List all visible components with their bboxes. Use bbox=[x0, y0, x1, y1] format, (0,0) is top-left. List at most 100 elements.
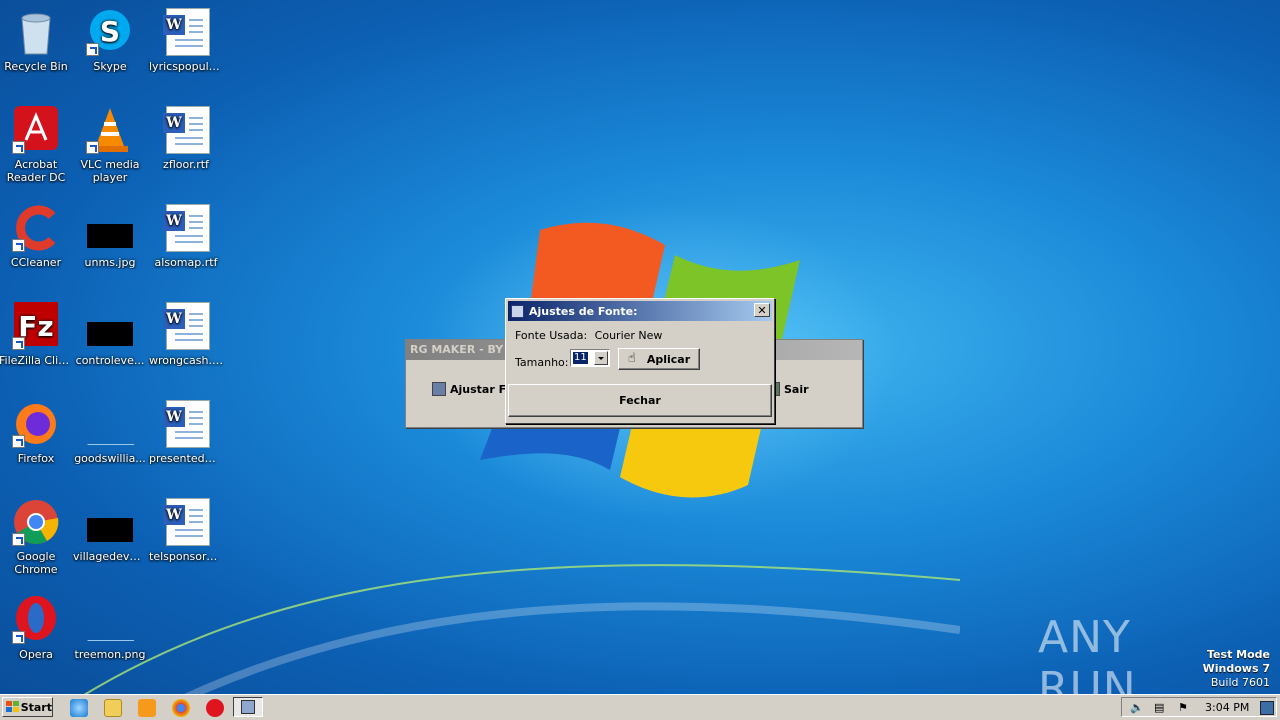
chrome-icon bbox=[12, 498, 60, 546]
desktop-icon-ccleaner[interactable]: CCleaner bbox=[0, 204, 74, 269]
shortcut-arrow-icon bbox=[86, 141, 99, 154]
desktop-icon-zfloor[interactable]: W zfloor.rtf bbox=[148, 106, 224, 171]
opera-icon bbox=[12, 596, 60, 644]
desktop-icon-alsomap[interactable]: W alsomap.rtf bbox=[148, 204, 224, 269]
dialog-title: Ajustes de Fonte: bbox=[529, 304, 638, 318]
desktop-icon-lyricspopula[interactable]: W lyricspopula... bbox=[148, 8, 224, 73]
desktop-icon-label: Google Chrome bbox=[14, 550, 58, 576]
action-center-flag-icon[interactable]: ⚑ bbox=[1178, 701, 1192, 715]
apply-label: Aplicar bbox=[646, 352, 691, 366]
word-document-icon: W bbox=[162, 400, 210, 448]
desktop-icon-controleve[interactable]: controleve... bbox=[72, 302, 148, 367]
clock[interactable]: 3:04 PM bbox=[1205, 701, 1249, 714]
shortcut-arrow-icon bbox=[12, 631, 25, 644]
desktop-icon-chrome[interactable]: Google Chrome bbox=[0, 498, 74, 576]
desktop-icon-goodswillia[interactable]: goodswillia... bbox=[72, 400, 148, 465]
show-desktop-icon[interactable] bbox=[1260, 701, 1274, 715]
word-document-icon: W bbox=[162, 8, 210, 56]
desktop-icon-unms[interactable]: unms.jpg bbox=[72, 204, 148, 269]
rg-maker-taskbar-button[interactable] bbox=[233, 697, 263, 717]
start-label: Start bbox=[20, 700, 52, 714]
desktop-icon-label: treemon.png bbox=[74, 648, 146, 661]
hand-pointer-icon: ☝ bbox=[627, 351, 636, 366]
close-icon: ✕ bbox=[757, 304, 767, 317]
desktop-icon-presentedml[interactable]: W presentedml... bbox=[148, 400, 224, 465]
ajustar-fonte-label: Ajustar Fo bbox=[450, 382, 514, 396]
network-icon[interactable]: ▤ bbox=[1154, 701, 1168, 715]
desktop-icon-vlc[interactable]: VLC media player bbox=[72, 106, 148, 184]
image-thumbnail-icon bbox=[86, 302, 134, 350]
size-label: Tamanho: bbox=[515, 356, 569, 369]
desktop-icon-label: villagedevel... bbox=[73, 550, 148, 563]
shortcut-arrow-icon bbox=[12, 141, 25, 154]
desktop-icon-label: Recycle Bin bbox=[4, 60, 68, 73]
filezilla-icon: Fz bbox=[12, 302, 60, 350]
font-settings-icon bbox=[432, 382, 446, 396]
dialog-title-bar[interactable]: Ajustes de Fonte: bbox=[508, 301, 772, 321]
close-button[interactable]: ✕ bbox=[754, 303, 770, 317]
test-mode-line: Test Mode bbox=[1207, 648, 1270, 661]
desktop-icon-label: zfloor.rtf bbox=[163, 158, 209, 171]
apply-button[interactable]: ☝ Aplicar bbox=[618, 348, 700, 370]
recycle-bin-icon bbox=[12, 8, 60, 56]
desktop-icon-label: CCleaner bbox=[10, 256, 62, 269]
font-settings-dialog[interactable]: Ajustes de Fonte: ✕ Fonte Usada: Courier… bbox=[505, 298, 775, 424]
desktop-icon-filezilla[interactable]: Fz FileZilla Client bbox=[0, 302, 74, 367]
fechar-label: Fechar bbox=[619, 394, 661, 407]
desktop-icon-recycle-bin[interactable]: Recycle Bin bbox=[0, 8, 74, 73]
desktop-icon-label: Opera bbox=[19, 648, 53, 661]
firefox-icon bbox=[12, 400, 60, 448]
ajustar-fonte-button[interactable]: Ajustar Fo bbox=[432, 378, 513, 400]
word-document-icon: W bbox=[162, 106, 210, 154]
internet-explorer-icon[interactable] bbox=[70, 699, 88, 717]
opera-taskbar-icon[interactable] bbox=[206, 699, 224, 717]
windows-version-line: Windows 7 bbox=[1202, 662, 1270, 675]
chrome-taskbar-icon[interactable] bbox=[172, 699, 190, 717]
svg-text:S: S bbox=[100, 15, 120, 48]
desktop-icon-label: lyricspopula... bbox=[149, 60, 224, 73]
font-used-label: Fonte Usada: bbox=[515, 329, 588, 342]
font-used-row: Fonte Usada: Courier New bbox=[515, 329, 662, 342]
windows-logo-icon bbox=[6, 701, 19, 713]
app-icon bbox=[511, 304, 524, 318]
sair-label: Sair bbox=[784, 382, 809, 396]
desktop-icon-opera[interactable]: Opera bbox=[0, 596, 74, 661]
media-player-icon[interactable] bbox=[138, 699, 156, 717]
shortcut-arrow-icon bbox=[12, 337, 25, 350]
build-line: Build 7601 bbox=[1210, 676, 1270, 689]
shortcut-arrow-icon bbox=[12, 533, 25, 546]
image-thumbnail-icon bbox=[86, 498, 134, 546]
app-icon bbox=[241, 700, 255, 714]
file-explorer-icon[interactable] bbox=[104, 699, 122, 717]
desktop-icon-treemon[interactable]: treemon.png bbox=[72, 596, 148, 661]
sair-button[interactable]: Sair bbox=[772, 378, 809, 400]
desktop-icon-skype[interactable]: S Skype bbox=[72, 8, 148, 73]
word-document-icon: W bbox=[162, 302, 210, 350]
volume-icon[interactable]: 🔈 bbox=[1130, 701, 1144, 715]
font-size-dropdown[interactable]: 11 bbox=[570, 349, 610, 367]
desktop-icon-firefox[interactable]: Firefox bbox=[0, 400, 74, 465]
desktop-icon-villagedevel[interactable]: villagedevel... bbox=[72, 498, 148, 563]
desktop-icon-label: telsponsore... bbox=[149, 550, 224, 563]
desktop-icon-wrongcash[interactable]: W wrongcash.rtf bbox=[148, 302, 224, 367]
font-used-value: Courier New bbox=[594, 329, 663, 342]
start-button[interactable]: Start bbox=[2, 697, 53, 717]
font-size-value: 11 bbox=[573, 352, 588, 364]
desktop-icon-label: alsomap.rtf bbox=[154, 256, 218, 269]
ccleaner-icon bbox=[12, 204, 60, 252]
fechar-button[interactable]: Fechar bbox=[508, 384, 772, 417]
skype-icon: S bbox=[86, 8, 134, 56]
shortcut-arrow-icon bbox=[86, 43, 99, 56]
word-document-icon: W bbox=[162, 204, 210, 252]
desktop-icon-label: controleve... bbox=[75, 354, 145, 367]
dropdown-arrow-icon[interactable] bbox=[594, 351, 608, 365]
shortcut-arrow-icon bbox=[12, 239, 25, 252]
desktop-icon-telsponsore[interactable]: W telsponsore... bbox=[148, 498, 224, 563]
desktop-icon-label: Skype bbox=[93, 60, 127, 73]
desktop-icon-label: presentedml... bbox=[149, 452, 224, 465]
desktop-icon-label: unms.jpg bbox=[84, 256, 136, 269]
test-mode-watermark: Test Mode Windows 7 Build 7601 bbox=[1203, 648, 1270, 690]
desktop-icon-acrobat[interactable]: Acrobat Reader DC bbox=[0, 106, 74, 184]
word-document-icon: W bbox=[162, 498, 210, 546]
desktop-icon-label: wrongcash.rtf bbox=[149, 354, 224, 367]
